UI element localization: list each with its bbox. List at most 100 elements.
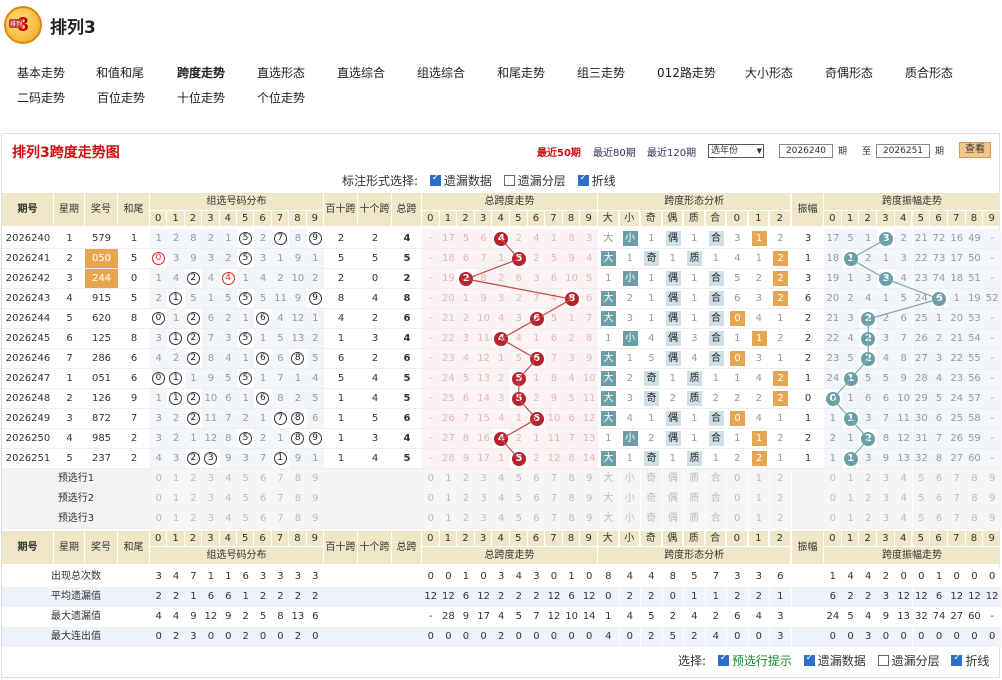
stat-group-cell: 12 [202, 607, 220, 627]
span-miss-cell: 5 [545, 249, 563, 269]
predict-shape-cell: 2 [770, 489, 791, 509]
predict-hint-checkbox[interactable] [717, 653, 729, 666]
shape-hit: 大 [601, 311, 616, 326]
nav-link-6[interactable]: 和尾走势 [497, 64, 545, 81]
year-select[interactable]: 选年份 [708, 144, 764, 158]
link-last-50[interactable]: 最近50期 [537, 144, 581, 159]
miss-data-checkbox[interactable] [429, 173, 441, 186]
span-miss-cell: 2 [562, 329, 581, 349]
stat-trend-cell: 0 [439, 627, 458, 647]
predict-trend-cell: 6 [527, 509, 546, 529]
amp-miss-cell: 22 [912, 249, 931, 269]
group-hit-circle: 1 [273, 452, 287, 465]
nav-link-13[interactable]: 百位走势 [97, 89, 145, 106]
ztrend-digit-header: 1 [439, 211, 458, 227]
stat-amp-cell: 27 [947, 607, 966, 627]
amp-miss-cell: 3 [859, 409, 878, 429]
predict-group-cell: 9 [306, 509, 324, 529]
row-week: 4 [66, 433, 73, 444]
shape-miss: 3 [748, 289, 770, 309]
query-button[interactable]: 查看 [959, 142, 991, 158]
stat-amp-cell: 0 [841, 627, 860, 647]
predict-trend-cell: 4 [492, 489, 510, 509]
predict-amp-cell: 7 [947, 489, 966, 509]
nav-link-7[interactable]: 组三走势 [577, 64, 625, 81]
polyline-checkbox[interactable] [577, 173, 589, 186]
stat-trend-cell: 4 [510, 567, 528, 587]
predict-shape-cell: 大 [598, 469, 619, 489]
shape-hit: 偶 [665, 271, 681, 286]
amp-miss-cell: 1 [841, 429, 860, 449]
amp-ball: 6 [932, 292, 947, 306]
stat-amp-cell: 5 [841, 607, 860, 627]
stat-shape-cell: 1 [705, 587, 727, 607]
predict-amp-cell: 8 [965, 489, 984, 509]
stat-trend-cell: 0 [545, 627, 563, 647]
amp-ball: 2 [861, 432, 876, 446]
nav-link-11[interactable]: 质合形态 [905, 64, 953, 81]
shape-miss: 2 [770, 429, 791, 449]
nav-link-3[interactable]: 直选形态 [257, 64, 305, 81]
bottom-miss-data-checkbox[interactable] [803, 653, 815, 666]
link-last-80[interactable]: 最近80期 [593, 144, 636, 159]
shape-hit: 质 [687, 251, 702, 266]
shape-miss: 2 [748, 269, 770, 289]
nav-link-10[interactable]: 奇偶形态 [825, 64, 873, 81]
link-last-120[interactable]: 最近120期 [647, 144, 696, 159]
row-prize: 126 [91, 393, 112, 404]
stat-group-cell: 0 [150, 627, 168, 647]
nav-link-15[interactable]: 个位走势 [257, 89, 305, 106]
nav-link-8[interactable]: 012路走势 [657, 64, 716, 81]
predict-shape-cell: 合 [705, 469, 727, 489]
nav-link-1[interactable]: 和值和尾 [96, 64, 144, 81]
ztrend-digit-header: 3 [474, 211, 493, 227]
group-hit-circle: 5 [239, 332, 252, 345]
nav-link-4[interactable]: 直选综合 [337, 64, 385, 81]
nav-link-12[interactable]: 二码走势 [17, 89, 65, 106]
stat-amp-cell: 12 [947, 587, 966, 607]
stat-shape-cell: 7 [705, 567, 727, 587]
group-hit-circle: 2 [186, 392, 200, 405]
span-miss-cell: 6 [510, 269, 528, 289]
span-miss-cell: 4 [580, 249, 598, 269]
stat-trend-cell: 28 [439, 607, 458, 627]
bottom-miss-layer-checkbox[interactable] [877, 655, 889, 666]
foot-week-header: 星期 [54, 531, 85, 565]
span-miss-cell: 14 [474, 389, 493, 409]
amp-miss-cell: - [983, 229, 1001, 249]
amp-miss-cell: 56 [965, 369, 984, 389]
stat-amp-cell: 0 [965, 627, 984, 647]
row-week: 2 [66, 393, 73, 404]
miss-layer-checkbox[interactable] [503, 175, 515, 186]
row-sg: 4 [371, 393, 379, 404]
foot-trend-digit: 0 [422, 531, 440, 547]
amp-miss-cell: 55 [965, 349, 984, 369]
nav-link-5[interactable]: 组选综合 [417, 64, 465, 81]
to-issue-input[interactable]: 2026251 [876, 144, 930, 158]
span-miss-cell: - [422, 429, 440, 449]
shape-hit: 合 [708, 311, 724, 326]
nav-link-14[interactable]: 十位走势 [177, 89, 225, 106]
row-hewei: 9 [130, 393, 138, 404]
predict-shape-cell: 小 [619, 489, 641, 509]
from-issue-input[interactable]: 2026240 [779, 144, 833, 158]
span-miss-cell: 8 [562, 229, 581, 249]
col-issue-header[interactable]: 期号 [2, 193, 54, 227]
amp-ball: 3 [879, 272, 894, 286]
row-hewei: 5 [130, 293, 138, 304]
stat-shape-cell: 3 [770, 607, 791, 627]
stat-amp-cell: 0 [947, 567, 966, 587]
nav-link-9[interactable]: 大小形态 [745, 64, 793, 81]
group-hit-circle: 2 [186, 412, 200, 425]
nav-link-2[interactable]: 跨度走势 [177, 64, 225, 81]
amp-miss-cell: 19 [965, 289, 984, 309]
span-miss-cell: 21 [439, 309, 458, 329]
nav-link-0[interactable]: 基本走势 [17, 64, 65, 81]
stat-amp-cell: 12 [983, 587, 1001, 607]
amp-miss-cell: 57 [965, 389, 984, 409]
foot-shape-col: 质 [684, 531, 705, 547]
bottom-polyline-checkbox[interactable] [951, 653, 963, 666]
predict-group-cell: 1 [167, 509, 185, 529]
amp-miss-cell: 5 [930, 389, 948, 409]
stat-group-cell: 3 [306, 567, 324, 587]
